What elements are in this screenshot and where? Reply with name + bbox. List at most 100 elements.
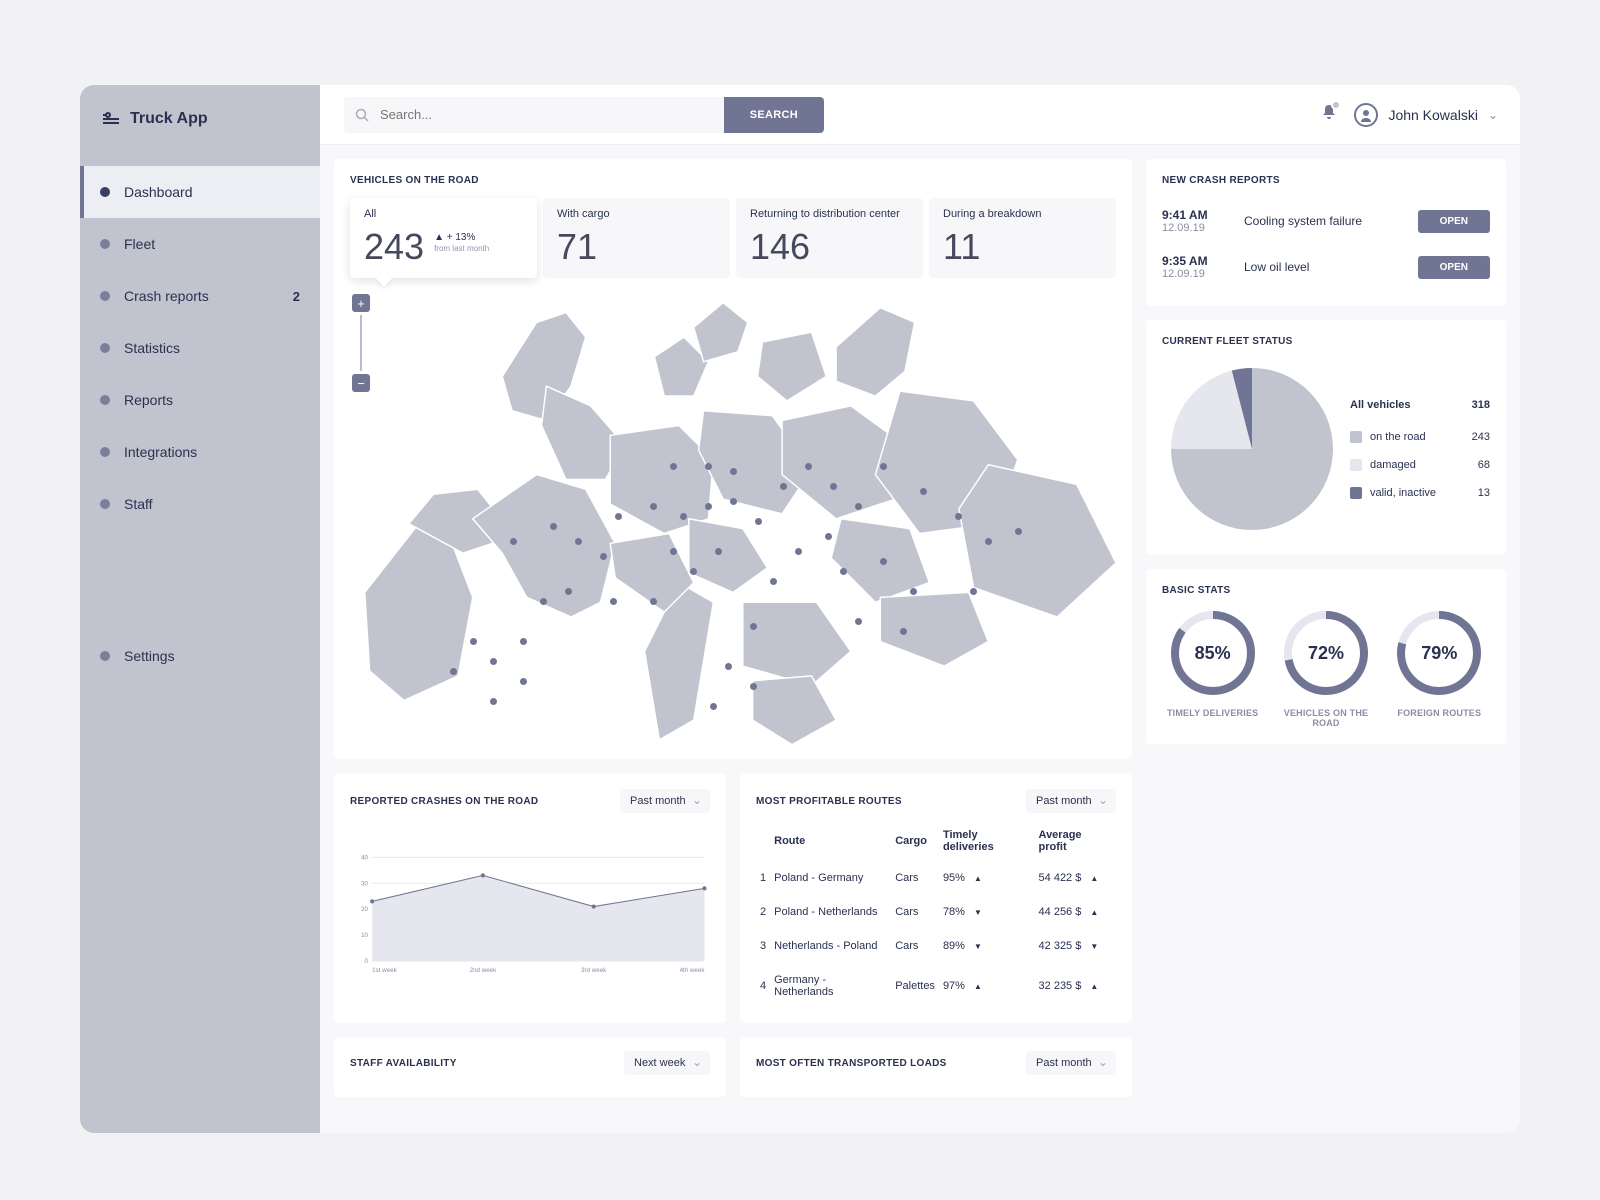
sidebar-item-fleet[interactable]: Fleet bbox=[80, 218, 320, 270]
sidebar-item-crash-reports[interactable]: Crash reports2 bbox=[80, 270, 320, 322]
sidebar-item-label: Integrations bbox=[124, 444, 197, 460]
vehicles-stat-tile[interactable]: With cargo71 bbox=[543, 198, 730, 278]
map-marker[interactable] bbox=[780, 483, 787, 490]
sidebar-item-settings[interactable]: Settings bbox=[80, 630, 320, 682]
brand-title: Truck App bbox=[130, 110, 208, 128]
map-marker[interactable] bbox=[880, 558, 887, 565]
sidebar-item-reports[interactable]: Reports bbox=[80, 374, 320, 426]
map-marker[interactable] bbox=[615, 513, 622, 520]
map-marker[interactable] bbox=[730, 468, 737, 475]
map-marker[interactable] bbox=[805, 463, 812, 470]
map-marker[interactable] bbox=[900, 628, 907, 635]
map-marker[interactable] bbox=[985, 538, 992, 545]
map[interactable]: + − bbox=[350, 288, 1116, 759]
sidebar-item-staff[interactable]: Staff bbox=[80, 478, 320, 530]
map-marker[interactable] bbox=[795, 548, 802, 555]
open-crash-button[interactable]: OPEN bbox=[1418, 256, 1490, 279]
gauge: 72%VEHICLES ON THE ROAD bbox=[1275, 608, 1376, 728]
map-marker[interactable] bbox=[725, 663, 732, 670]
map-marker[interactable] bbox=[715, 548, 722, 555]
map-marker[interactable] bbox=[920, 488, 927, 495]
period-select[interactable]: Next week bbox=[624, 1051, 710, 1075]
period-select[interactable]: Past month bbox=[1026, 789, 1116, 813]
map-marker[interactable] bbox=[755, 518, 762, 525]
sidebar-item-integrations[interactable]: Integrations bbox=[80, 426, 320, 478]
card-title: MOST PROFITABLE ROUTES bbox=[756, 796, 902, 807]
crash-reports-card: NEW CRASH REPORTS 9:41 AM12.09.19Cooling… bbox=[1146, 159, 1506, 306]
map-marker[interactable] bbox=[650, 503, 657, 510]
card-title: VEHICLES ON THE ROAD bbox=[350, 175, 1116, 186]
period-select[interactable]: Past month bbox=[620, 789, 710, 813]
table-row[interactable]: 1Poland - GermanyCars95% 54 422 $ bbox=[756, 861, 1116, 895]
map-marker[interactable] bbox=[840, 568, 847, 575]
map-marker[interactable] bbox=[520, 638, 527, 645]
crash-report-row: 9:41 AM12.09.19Cooling system failureOPE… bbox=[1162, 198, 1490, 244]
map-marker[interactable] bbox=[490, 658, 497, 665]
nav-list: Dashboard Fleet Crash reports2StatisticsRe… bbox=[80, 166, 320, 530]
trend-down-icon bbox=[1084, 940, 1098, 952]
notifications-icon[interactable] bbox=[1320, 103, 1338, 126]
vehicles-stat-tile[interactable]: Returning to distribution center146 bbox=[736, 198, 923, 278]
map-marker[interactable] bbox=[955, 513, 962, 520]
map-marker[interactable] bbox=[770, 578, 777, 585]
map-marker[interactable] bbox=[600, 553, 607, 560]
europe-map-icon bbox=[350, 288, 1116, 759]
map-marker[interactable] bbox=[825, 533, 832, 540]
map-marker[interactable] bbox=[575, 538, 582, 545]
bullet-icon bbox=[100, 187, 110, 197]
legend-row: valid, inactive13 bbox=[1350, 479, 1490, 507]
sidebar-item-dashboard[interactable]: Dashboard bbox=[80, 166, 320, 218]
table-header bbox=[756, 821, 770, 861]
map-marker[interactable] bbox=[690, 568, 697, 575]
legend-label: valid, inactive bbox=[1370, 487, 1436, 499]
sidebar-item-label: Settings bbox=[124, 648, 175, 664]
map-marker[interactable] bbox=[750, 683, 757, 690]
map-marker[interactable] bbox=[855, 503, 862, 510]
vehicles-stat-tile[interactable]: During a breakdown11 bbox=[929, 198, 1116, 278]
map-marker[interactable] bbox=[490, 698, 497, 705]
table-row[interactable]: 3Netherlands - PolandCars89% 42 325 $ bbox=[756, 929, 1116, 963]
map-marker[interactable] bbox=[970, 588, 977, 595]
map-marker[interactable] bbox=[550, 523, 557, 530]
map-marker[interactable] bbox=[730, 498, 737, 505]
map-marker[interactable] bbox=[1015, 528, 1022, 535]
map-marker[interactable] bbox=[540, 598, 547, 605]
map-marker[interactable] bbox=[670, 463, 677, 470]
search-input[interactable] bbox=[380, 107, 724, 122]
map-marker[interactable] bbox=[670, 548, 677, 555]
zoom-out-button[interactable]: − bbox=[352, 374, 370, 392]
table-row[interactable]: 2Poland - NetherlandsCars78% 44 256 $ bbox=[756, 895, 1116, 929]
map-marker[interactable] bbox=[610, 598, 617, 605]
map-marker[interactable] bbox=[705, 463, 712, 470]
sidebar-item-label: Fleet bbox=[124, 236, 155, 252]
user-menu[interactable]: John Kowalski ⌄ bbox=[1354, 103, 1498, 127]
map-marker[interactable] bbox=[830, 483, 837, 490]
map-marker[interactable] bbox=[520, 678, 527, 685]
chevron-down-icon: ⌄ bbox=[1488, 108, 1498, 122]
map-marker[interactable] bbox=[650, 598, 657, 605]
zoom-in-button[interactable]: + bbox=[352, 294, 370, 312]
sidebar-item-statistics[interactable]: Statistics bbox=[80, 322, 320, 374]
search-button[interactable]: SEARCH bbox=[724, 97, 824, 133]
period-select[interactable]: Past month bbox=[1026, 1051, 1116, 1075]
map-marker[interactable] bbox=[880, 463, 887, 470]
map-marker[interactable] bbox=[450, 668, 457, 675]
map-marker[interactable] bbox=[710, 703, 717, 710]
vehicles-stat-tile[interactable]: All243▲ + 13%from last month bbox=[350, 198, 537, 278]
map-marker[interactable] bbox=[705, 503, 712, 510]
crashes-line-chart: 0102030401st week2nd week3rd week4th wee… bbox=[350, 821, 710, 1007]
crash-report-row: 9:35 AM12.09.19Low oil levelOPEN bbox=[1162, 244, 1490, 290]
legend-label: on the road bbox=[1370, 431, 1426, 443]
map-marker[interactable] bbox=[680, 513, 687, 520]
crash-time: 9:35 AM bbox=[1162, 254, 1232, 268]
open-crash-button[interactable]: OPEN bbox=[1418, 210, 1490, 233]
legend-swatch-icon bbox=[1350, 431, 1362, 443]
map-marker[interactable] bbox=[855, 618, 862, 625]
map-marker[interactable] bbox=[470, 638, 477, 645]
table-row[interactable]: 4Germany - NetherlandsPalettes97% 32 235… bbox=[756, 963, 1116, 1009]
map-marker[interactable] bbox=[750, 623, 757, 630]
map-marker[interactable] bbox=[510, 538, 517, 545]
map-marker[interactable] bbox=[910, 588, 917, 595]
map-marker[interactable] bbox=[565, 588, 572, 595]
staff-availability-card: STAFF AVAILABILITY Next week bbox=[334, 1037, 726, 1097]
